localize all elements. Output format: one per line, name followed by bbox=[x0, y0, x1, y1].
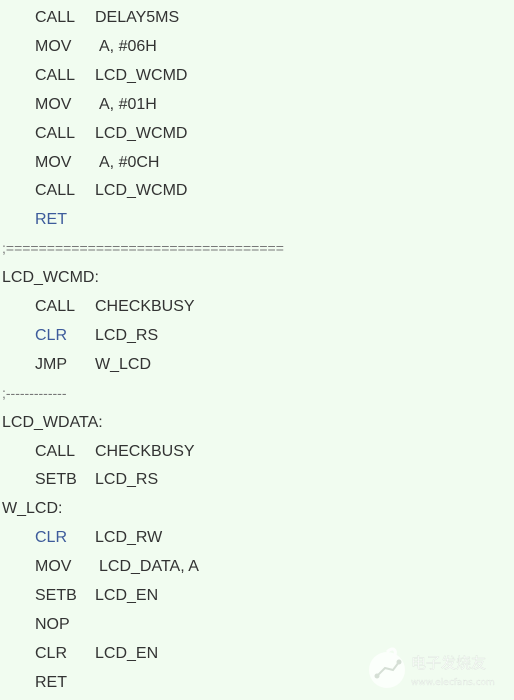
mnemonic: CALL bbox=[35, 442, 76, 460]
operand: LCD_EN bbox=[95, 644, 159, 662]
mnemonic: MOV bbox=[35, 558, 72, 576]
comment-separator: ;------------- bbox=[2, 384, 67, 401]
operand: LCD_WCMD bbox=[95, 66, 188, 84]
svg-text:电子发烧友: 电子发烧友 bbox=[411, 654, 486, 672]
mnemonic: RET bbox=[35, 673, 67, 691]
svg-text:www.elecfans.com: www.elecfans.com bbox=[411, 678, 495, 688]
operand: CHECKBUSY bbox=[95, 298, 195, 315]
operand: A, #0CH bbox=[99, 153, 160, 171]
mnemonic: CALL bbox=[35, 298, 76, 315]
code-label: LCD_WDATA: bbox=[2, 413, 103, 431]
mnemonic: SETB bbox=[35, 587, 77, 604]
operand: A, #06H bbox=[99, 37, 157, 55]
operand: LCD_WCMD bbox=[95, 124, 188, 142]
operand: A, #01H bbox=[99, 95, 157, 113]
operand: CHECKBUSY bbox=[95, 442, 195, 460]
operand: LCD_RS bbox=[95, 471, 159, 489]
comment-separator: ;================================== bbox=[2, 240, 284, 257]
code-label: W_LCD: bbox=[2, 500, 63, 518]
mnemonic: CLR bbox=[35, 529, 68, 547]
mnemonic: NOP bbox=[35, 615, 70, 633]
operand: LCD_RW bbox=[95, 529, 163, 547]
mnemonic: CLR bbox=[35, 644, 68, 662]
mnemonic: MOV bbox=[35, 95, 72, 113]
operand: LCD_DATA, A bbox=[99, 558, 199, 576]
operand: LCD_RS bbox=[95, 326, 159, 344]
mnemonic: RET bbox=[35, 211, 67, 229]
operand: LCD_EN bbox=[95, 587, 159, 604]
code-label: LCD_WCMD: bbox=[2, 269, 99, 287]
mnemonic: CALL bbox=[35, 9, 76, 26]
mnemonic: CALL bbox=[35, 182, 76, 200]
mnemonic: CLR bbox=[35, 326, 68, 344]
mnemonic: JMP bbox=[35, 355, 67, 373]
mnemonic: CALL bbox=[35, 66, 76, 84]
operand: LCD_WCMD bbox=[95, 182, 188, 200]
watermark-logo: 电子发烧友 www.elecfans.com bbox=[369, 647, 495, 688]
mnemonic: SETB bbox=[35, 471, 77, 489]
operand: W_LCD bbox=[95, 355, 152, 373]
mnemonic: MOV bbox=[35, 37, 72, 55]
mnemonic: CALL bbox=[35, 124, 76, 142]
operand: DELAY5MS bbox=[95, 9, 180, 26]
mnemonic: MOV bbox=[35, 153, 72, 171]
